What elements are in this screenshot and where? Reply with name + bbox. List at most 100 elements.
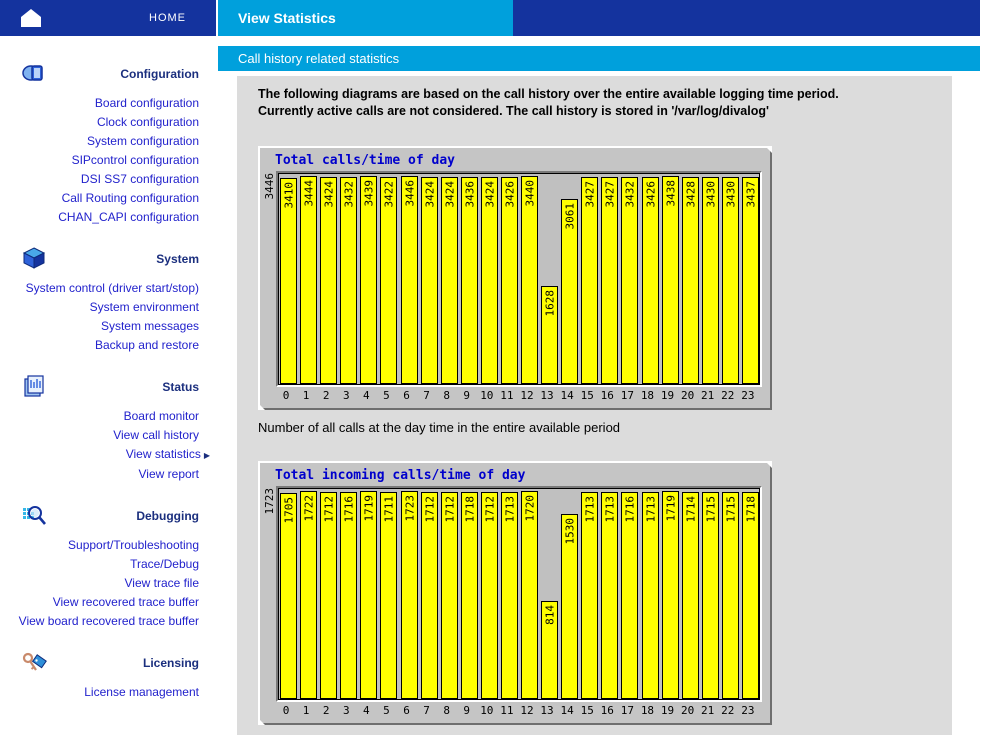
x-tick-label: 2 (316, 702, 336, 718)
sidebar-section-system: System System control (driver start/stop)… (0, 249, 216, 355)
x-tick-label: 7 (417, 387, 437, 403)
x-tick-label: 6 (396, 702, 416, 718)
bar-hour-12: 3440 (521, 176, 538, 384)
x-tick-label: 21 (698, 702, 718, 718)
bar-hour-15: 3427 (581, 177, 598, 384)
bar-hour-15: 1713 (581, 492, 598, 699)
x-tick-label: 0 (276, 702, 296, 718)
chart-caption: Number of all calls at the day time in t… (258, 420, 952, 435)
main-content: The following diagrams are based on the … (237, 76, 952, 735)
bar-value-label: 1712 (483, 496, 496, 523)
sidebar-item-trace-debug[interactable]: Trace/Debug (0, 555, 216, 574)
x-tick-label: 22 (718, 702, 738, 718)
x-tick-label: 23 (738, 387, 758, 403)
sidebar-item-clock-configuration[interactable]: Clock configuration (0, 113, 216, 132)
sidebar-item-sipcontrol-configuration[interactable]: SIPcontrol configuration (0, 151, 216, 170)
x-tick-label: 3 (336, 702, 356, 718)
bar-value-label: 1712 (322, 496, 335, 523)
bar-hour-4: 1719 (360, 491, 377, 699)
bar-value-label: 3436 (463, 181, 476, 208)
bar-value-label: 3426 (503, 181, 516, 208)
bar-hour-13: 1628 (541, 286, 558, 384)
x-axis: 01234567891011121314151617181920212223 (276, 387, 762, 403)
sidebar-item-view-report[interactable]: View report (0, 465, 216, 484)
bar-hour-17: 3432 (621, 177, 638, 384)
sidebar-section-status: StatusBoard monitorView call historyView… (0, 377, 216, 484)
sidebar-item-system-control-driver-start-stop-[interactable]: System control (driver start/stop) (0, 279, 216, 298)
sidebar-item-view-recovered-trace-buffer[interactable]: View recovered trace buffer (0, 593, 216, 612)
sidebar-item-license-management[interactable]: License management (0, 683, 216, 702)
bar-hour-9: 1718 (461, 492, 478, 699)
x-tick-label: 10 (477, 702, 497, 718)
bar-hour-0: 1705 (280, 493, 297, 699)
bar-value-label: 3430 (724, 181, 737, 208)
x-tick-label: 18 (637, 387, 657, 403)
x-tick-label: 8 (437, 702, 457, 718)
bar-hour-19: 3438 (662, 176, 679, 384)
bar-value-label: 3061 (563, 203, 576, 230)
bar-hour-11: 3426 (501, 177, 518, 384)
bar-value-label: 3439 (362, 180, 375, 207)
bar-value-label: 3426 (644, 181, 657, 208)
x-tick-label: 13 (537, 387, 557, 403)
x-tick-label: 19 (657, 702, 677, 718)
sidebar-item-view-trace-file[interactable]: View trace file (0, 574, 216, 593)
sidebar-item-support-troubleshooting[interactable]: Support/Troubleshooting (0, 536, 216, 555)
plot-area: 1705172217121716171917111723171217121718… (276, 486, 762, 702)
bar-hour-7: 3424 (421, 177, 438, 384)
sidebar-section-title: Licensing (143, 656, 199, 670)
bar-value-label: 1715 (724, 496, 737, 523)
sidebar-item-chan-capi-configuration[interactable]: CHAN_CAPI configuration (0, 208, 216, 227)
bar-hour-17: 1716 (621, 492, 638, 699)
sidebar-item-dsi-ss7-configuration[interactable]: DSI SS7 configuration (0, 170, 216, 189)
nav-home-segment[interactable]: HOME (0, 0, 216, 36)
sidebar-item-call-routing-configuration[interactable]: Call Routing configuration (0, 189, 216, 208)
x-tick-label: 23 (738, 702, 758, 718)
bar-value-label: 3437 (744, 181, 757, 208)
sidebar-item-view-statistics[interactable]: View statistics▶ (0, 445, 216, 465)
x-tick-label: 17 (617, 387, 637, 403)
chart-block-incoming-calls: Total incoming calls/time of day 1723 17… (258, 461, 952, 735)
bar-hour-7: 1712 (421, 492, 438, 699)
sidebar-item-board-configuration[interactable]: Board configuration (0, 94, 216, 113)
sidebar-section-title: System (156, 252, 199, 266)
x-axis: 01234567891011121314151617181920212223 (276, 702, 762, 718)
bar-value-label: 3424 (322, 181, 335, 208)
bar-hour-10: 1712 (481, 492, 498, 699)
bar-value-label: 3410 (282, 182, 295, 209)
bar-value-label: 1713 (583, 496, 596, 523)
bar-value-label: 1714 (684, 496, 697, 523)
bar-value-label: 814 (543, 605, 556, 625)
sidebar-item-backup-and-restore[interactable]: Backup and restore (0, 336, 216, 355)
status-icon (22, 375, 46, 402)
y-axis-max-label: 3446 (263, 173, 276, 200)
sidebar-item-system-configuration[interactable]: System configuration (0, 132, 216, 151)
plot-area: 3410344434243432343934223446342434243436… (276, 171, 762, 387)
bar-value-label: 1713 (503, 496, 516, 523)
sidebar-item-system-environment[interactable]: System environment (0, 298, 216, 317)
sidebar-item-view-call-history[interactable]: View call history (0, 426, 216, 445)
x-tick-label: 14 (557, 702, 577, 718)
x-tick-label: 15 (577, 387, 597, 403)
bar-value-label: 3438 (664, 180, 677, 207)
sidebar-item-system-messages[interactable]: System messages (0, 317, 216, 336)
x-tick-label: 10 (477, 387, 497, 403)
intro-line-2: Currently active calls are not considere… (258, 103, 952, 120)
home-icon (20, 7, 42, 34)
bar-value-label: 1720 (523, 495, 536, 522)
bar-hour-13: 814 (541, 601, 558, 699)
x-tick-label: 20 (678, 387, 698, 403)
tab-view-statistics[interactable]: View Statistics (218, 0, 513, 36)
bar-hour-16: 3427 (601, 177, 618, 384)
bar-value-label: 3444 (302, 180, 315, 207)
bar-hour-0: 3410 (280, 178, 297, 384)
sidebar-item-board-monitor[interactable]: Board monitor (0, 407, 216, 426)
bar-value-label: 3432 (623, 181, 636, 208)
bar-hour-9: 3436 (461, 177, 478, 384)
sidebar-section-title: Configuration (120, 67, 199, 81)
bar-hour-8: 1712 (441, 492, 458, 699)
sidebar-item-view-board-recovered-trace-buffer[interactable]: View board recovered trace buffer (0, 612, 216, 631)
bar-value-label: 1719 (664, 495, 677, 522)
bar-value-label: 3430 (704, 181, 717, 208)
chart-total-calls: Total calls/time of day 3446 34103444342… (258, 146, 772, 410)
